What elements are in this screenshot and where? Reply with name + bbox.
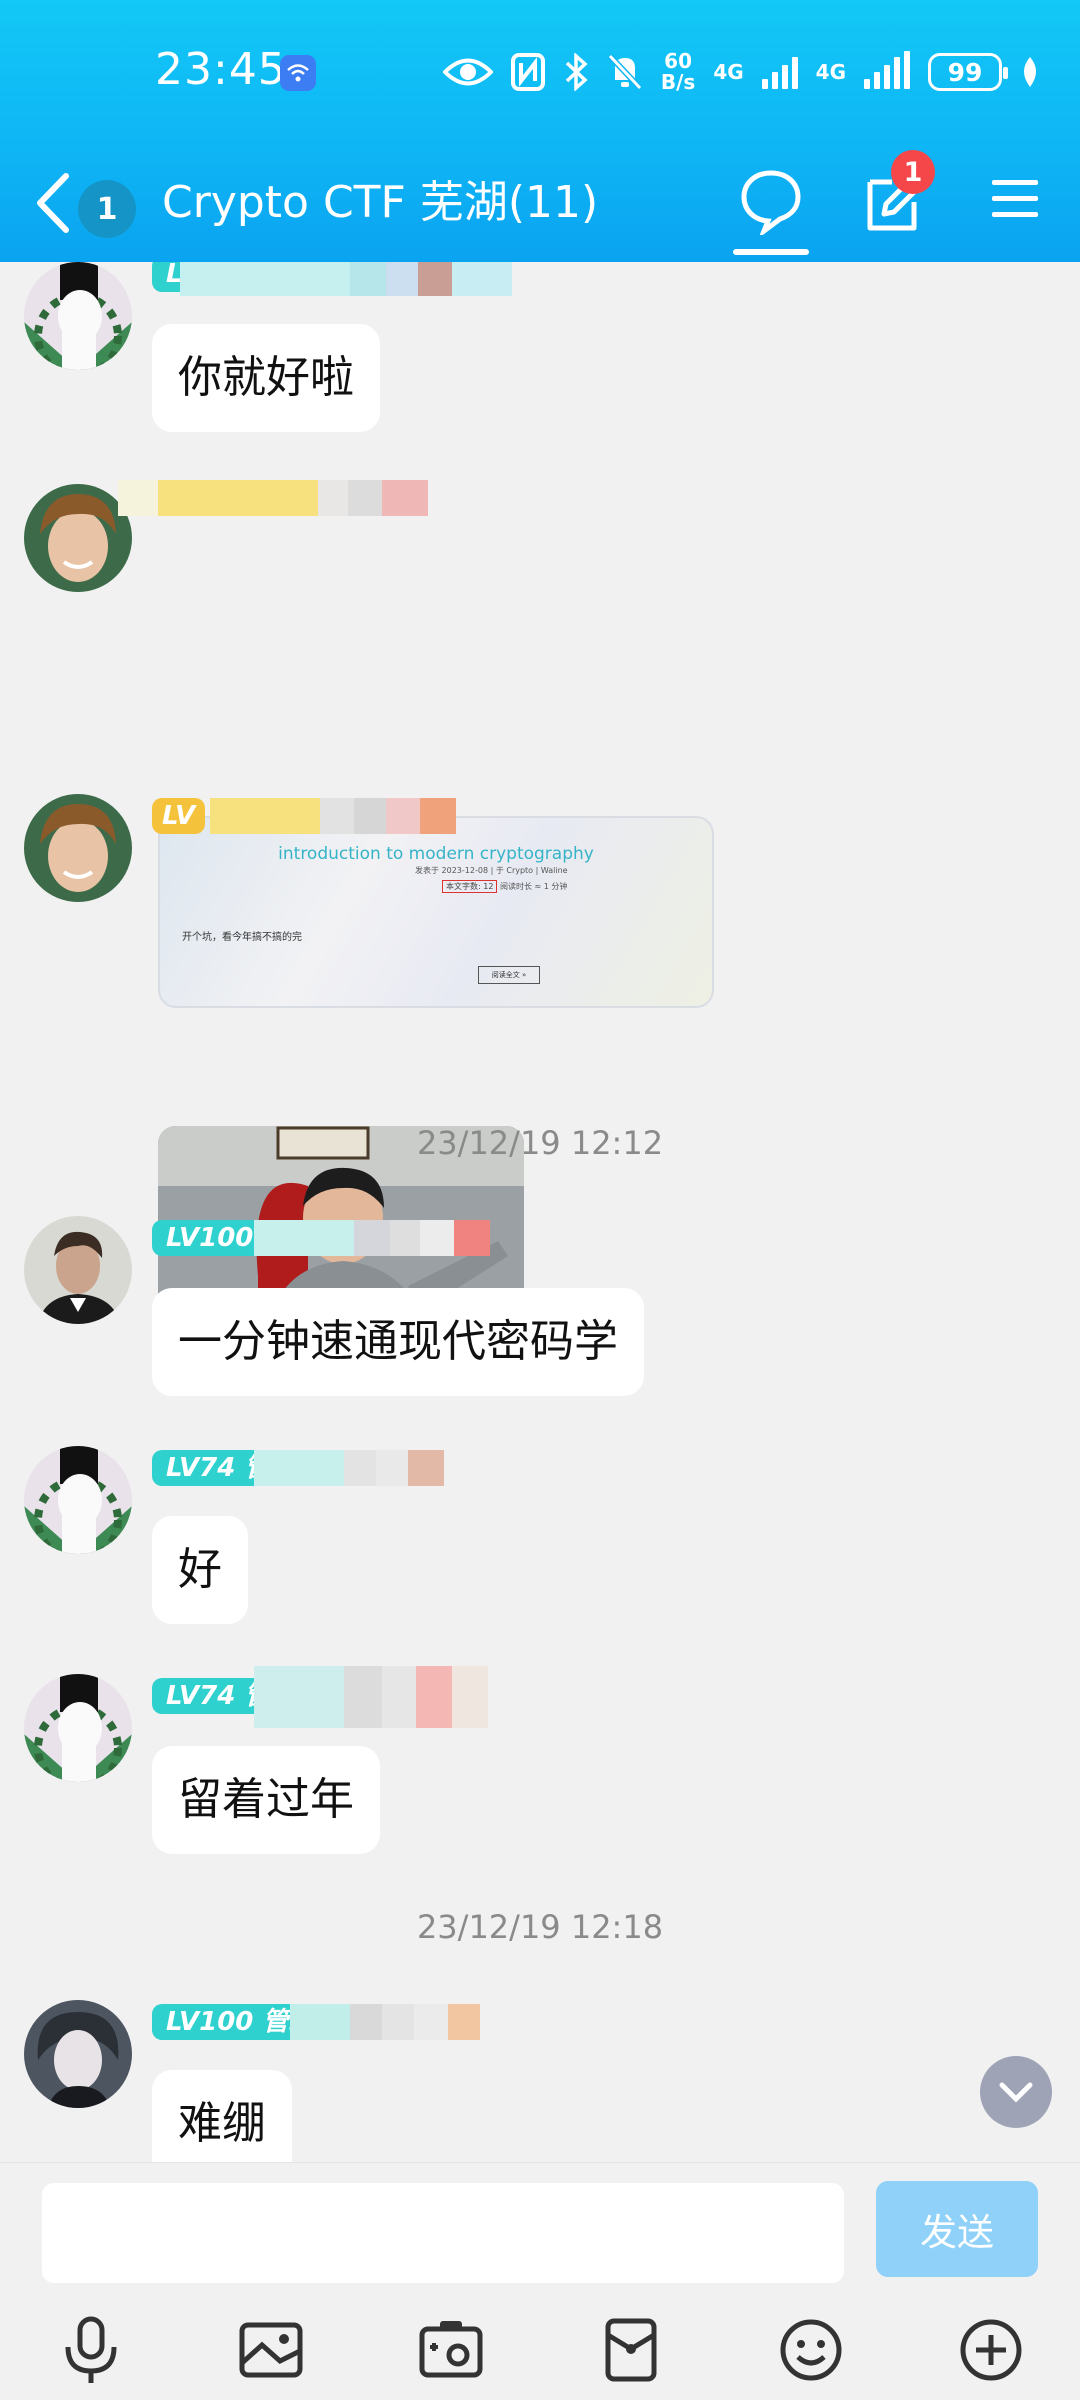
hotspot-icon bbox=[280, 55, 316, 91]
card-read-more-button[interactable]: 阅读全文 » bbox=[478, 966, 540, 984]
eye-icon bbox=[442, 58, 493, 86]
status-bar: 23:45 60 B/s 4G 4G 99 bbox=[0, 0, 1080, 150]
network-speed: 60 B/s bbox=[660, 49, 696, 94]
unread-count-badge[interactable]: 1 bbox=[78, 180, 136, 238]
card-meta: 发表于 2023-12-08 | 于 Crypto | Waline bbox=[415, 866, 568, 875]
message-bubble[interactable]: 难绷 bbox=[152, 2070, 292, 2162]
group-title: Crypto CTF 芜湖(11) bbox=[162, 177, 599, 228]
avatar[interactable] bbox=[24, 1446, 132, 1554]
bluetooth-icon bbox=[565, 53, 588, 91]
input-toolbar bbox=[0, 2303, 1080, 2400]
input-area: 发送 bbox=[0, 2162, 1080, 2400]
back-arrow-icon[interactable] bbox=[28, 168, 78, 238]
chat-bubble-icon[interactable] bbox=[740, 165, 802, 235]
card-title: introduction to modern cryptography bbox=[278, 844, 594, 864]
clock: 23:45 bbox=[155, 44, 287, 95]
avatar[interactable] bbox=[24, 1216, 132, 1324]
article-link-card[interactable]: introduction to modern cryptography 发表于 … bbox=[158, 816, 714, 1008]
blurred-username bbox=[254, 1220, 490, 1256]
chat-messages[interactable]: LV74 你就好啦 introduction to modern cryptog… bbox=[0, 262, 1080, 2162]
avatar[interactable] bbox=[24, 484, 132, 592]
signal-bars-2 bbox=[864, 51, 910, 89]
avatar[interactable] bbox=[24, 1674, 132, 1782]
blurred-username bbox=[254, 1666, 488, 1728]
notification-badge: 1 bbox=[891, 150, 935, 194]
avatar[interactable] bbox=[24, 262, 132, 370]
message-bubble[interactable]: 好 bbox=[152, 1516, 248, 1624]
red-packet-icon[interactable] bbox=[596, 2315, 666, 2385]
send-button[interactable]: 发送 bbox=[876, 2181, 1038, 2277]
avatar[interactable] bbox=[24, 794, 132, 902]
plus-icon[interactable] bbox=[956, 2315, 1026, 2385]
network-type-2: 4G bbox=[815, 60, 846, 84]
mute-bell-icon bbox=[607, 53, 643, 91]
top-bar: 23:45 60 B/s 4G 4G 99 1 Crypto CTF 芜湖(11… bbox=[0, 0, 1080, 262]
message-bubble[interactable]: 一分钟速通现代密码学 bbox=[152, 1288, 644, 1396]
menu-icon[interactable] bbox=[992, 172, 1042, 230]
avatar[interactable] bbox=[24, 2000, 132, 2108]
level-tag: LV bbox=[152, 798, 206, 834]
card-body: 开个坑，看今年搞不搞的完 bbox=[182, 932, 302, 943]
active-tab-indicator bbox=[733, 249, 809, 255]
battery-indicator: 99 bbox=[928, 53, 1008, 91]
blurred-username bbox=[254, 1450, 444, 1486]
microphone-icon[interactable] bbox=[56, 2315, 126, 2385]
message-bubble[interactable]: 留着过年 bbox=[152, 1746, 380, 1854]
network-type-1: 4G bbox=[713, 60, 744, 84]
message-input[interactable] bbox=[42, 2183, 844, 2283]
blurred-username bbox=[210, 798, 456, 834]
scroll-to-bottom-button[interactable] bbox=[980, 2056, 1052, 2128]
message-bubble[interactable]: 你就好啦 bbox=[152, 324, 380, 432]
message-timestamp: 23/12/19 12:12 bbox=[416, 1124, 664, 1162]
blurred-username bbox=[118, 480, 428, 516]
blurred-username bbox=[180, 262, 512, 296]
leaf-icon bbox=[1024, 57, 1036, 87]
blurred-username bbox=[290, 2004, 480, 2040]
message-timestamp: 23/12/19 12:18 bbox=[416, 1908, 664, 1946]
card-meta-secondary: 本文字数: 12 阅读时长 ≈ 1 分钟 bbox=[442, 880, 567, 893]
emoji-icon[interactable] bbox=[776, 2315, 846, 2385]
image-icon[interactable] bbox=[236, 2315, 306, 2385]
camera-icon[interactable] bbox=[416, 2315, 486, 2385]
signal-bars-1 bbox=[761, 55, 798, 89]
chevron-down-icon bbox=[999, 2082, 1033, 2103]
nfc-icon bbox=[510, 53, 545, 91]
